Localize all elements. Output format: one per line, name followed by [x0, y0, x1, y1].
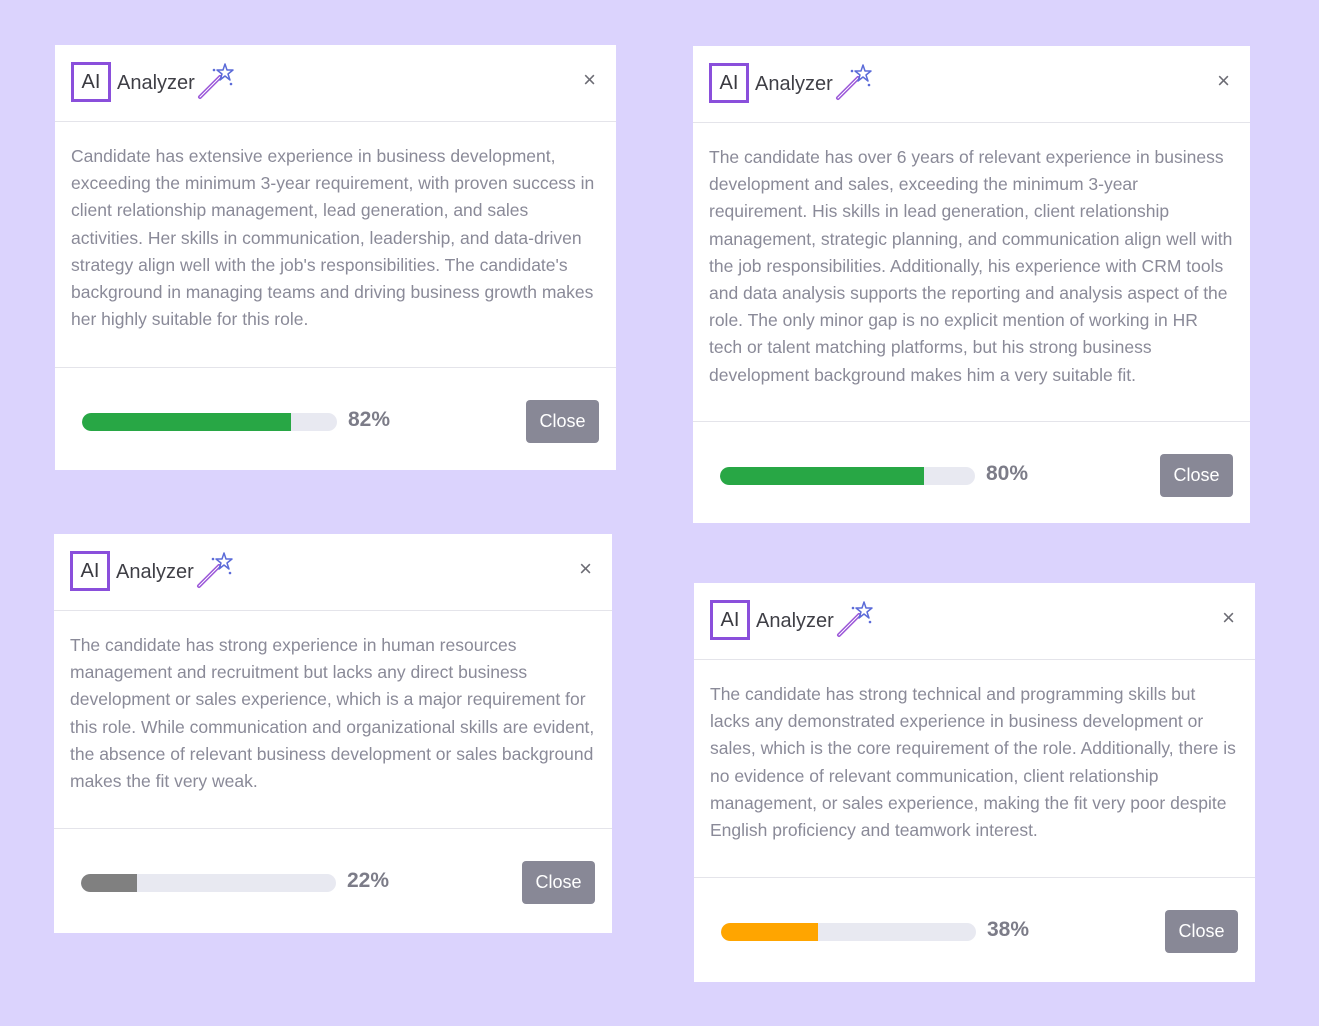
ai-badge: AI — [71, 62, 111, 102]
ai-badge: AI — [709, 63, 749, 103]
magic-wand-icon — [197, 552, 233, 588]
card-footer: 82% Close — [55, 368, 616, 470]
score-bar-fill — [720, 467, 924, 485]
score-bar-fill — [82, 413, 292, 431]
score-bar-fill — [81, 874, 138, 892]
close-icon[interactable]: × — [579, 558, 592, 580]
brand-name: Analyzer — [116, 561, 194, 583]
card-header: AI Analyzer × — [55, 45, 616, 122]
close-button[interactable]: Close — [526, 400, 599, 443]
score-percent: 38% — [987, 918, 1030, 941]
card-footer: 80% Close — [693, 422, 1250, 524]
analysis-text: The candidate has strong experience in h… — [54, 611, 612, 829]
close-button[interactable]: Close — [1165, 910, 1238, 953]
score-percent: 80% — [986, 462, 1029, 485]
score-percent: 22% — [347, 869, 390, 892]
score-bar — [82, 413, 337, 431]
score-percent: 82% — [348, 408, 391, 431]
analyzer-card: AI Analyzer × The candidate has strong e… — [54, 534, 612, 933]
score-bar — [81, 874, 336, 892]
close-icon[interactable]: × — [1217, 70, 1230, 92]
magic-wand-icon — [837, 601, 873, 637]
magic-wand-icon — [198, 63, 234, 99]
brand-name: Analyzer — [117, 72, 195, 94]
card-header: AI Analyzer × — [694, 583, 1255, 660]
analyzer-card: AI Analyzer × Candidate has extensive ex… — [55, 45, 616, 470]
analyzer-card: AI Analyzer × The candidate has strong t… — [694, 583, 1255, 982]
analysis-text: The candidate has strong technical and p… — [694, 660, 1255, 878]
ai-badge: AI — [710, 600, 750, 640]
close-icon[interactable]: × — [1222, 607, 1235, 629]
ai-badge: AI — [70, 551, 110, 591]
score-bar — [720, 467, 975, 485]
magic-wand-icon — [836, 64, 872, 100]
analysis-text: Candidate has extensive experience in bu… — [55, 122, 616, 368]
analyzer-card: AI Analyzer × The candidate has over 6 y… — [693, 46, 1250, 523]
close-button[interactable]: Close — [1160, 454, 1233, 497]
brand-name: Analyzer — [755, 73, 833, 95]
brand-name: Analyzer — [756, 610, 834, 632]
analysis-text: The candidate has over 6 years of releva… — [693, 123, 1250, 422]
card-header: AI Analyzer × — [54, 534, 612, 611]
close-button[interactable]: Close — [522, 861, 595, 904]
score-bar — [721, 923, 976, 941]
card-header: AI Analyzer × — [693, 46, 1250, 123]
card-footer: 22% Close — [54, 829, 612, 931]
close-icon[interactable]: × — [583, 69, 596, 91]
score-bar-fill — [721, 923, 818, 941]
card-footer: 38% Close — [694, 878, 1255, 980]
